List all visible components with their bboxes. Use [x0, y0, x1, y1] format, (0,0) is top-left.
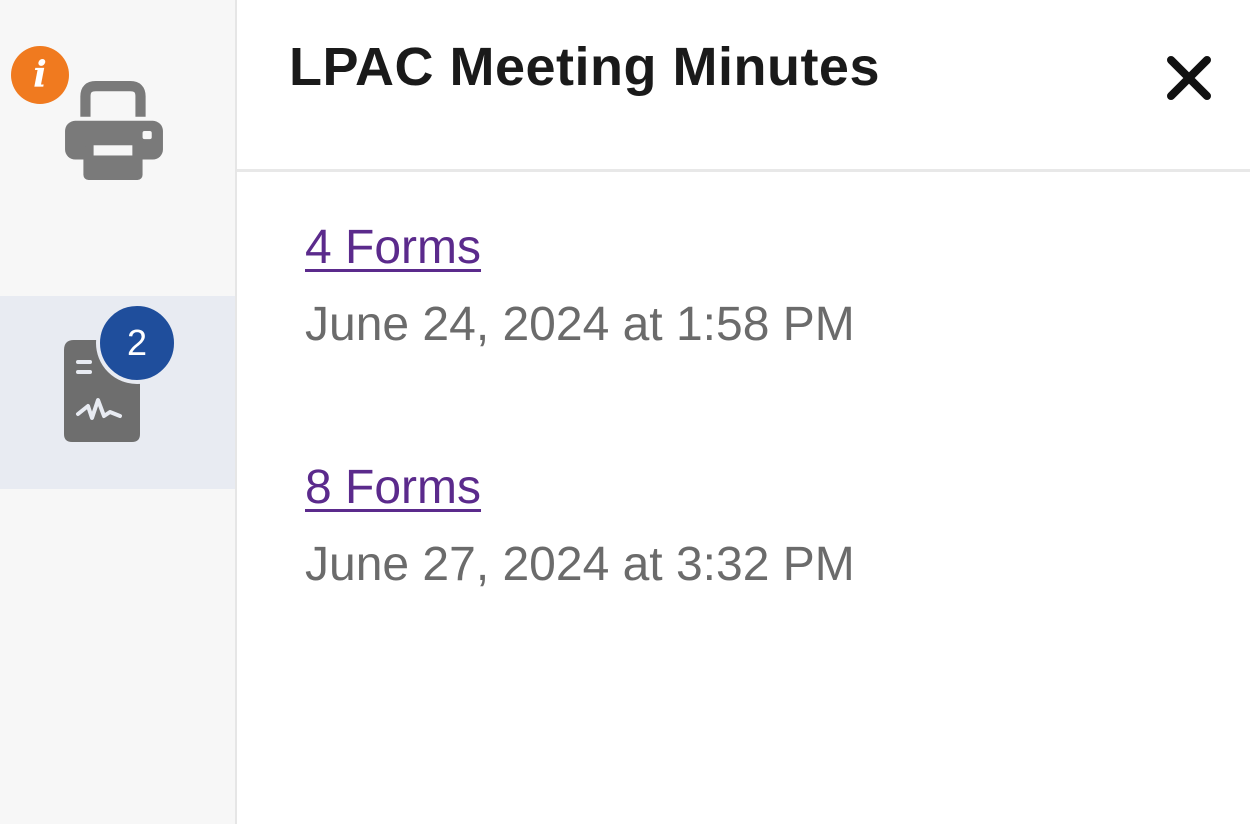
timestamp: June 24, 2024 at 1:58 PM: [305, 298, 855, 351]
panel-header: LPAC Meeting Minutes: [237, 0, 1250, 172]
forms-link[interactable]: 8 Forms: [305, 460, 855, 515]
forms-link[interactable]: 4 Forms: [305, 220, 855, 275]
list-item: 8 Forms June 27, 2024 at 3:32 PM: [305, 460, 855, 592]
sidebar: i 2: [0, 0, 237, 824]
sidebar-item-print[interactable]: i: [0, 0, 235, 200]
timestamp: June 27, 2024 at 3:32 PM: [305, 538, 855, 591]
list-item: 4 Forms June 24, 2024 at 1:58 PM: [305, 220, 855, 352]
forms-count-badge: 2: [96, 302, 178, 384]
app-root: i 2 LPAC Meeting Minutes 4 Forms June 24…: [0, 0, 1250, 824]
close-icon[interactable]: [1157, 46, 1221, 110]
forms-panel: LPAC Meeting Minutes 4 Forms June 24, 20…: [237, 0, 1250, 824]
printer-icon: [65, 81, 163, 180]
panel-title: LPAC Meeting Minutes: [289, 37, 881, 97]
sidebar-item-forms[interactable]: 2: [0, 296, 235, 489]
info-icon: i: [11, 46, 69, 104]
